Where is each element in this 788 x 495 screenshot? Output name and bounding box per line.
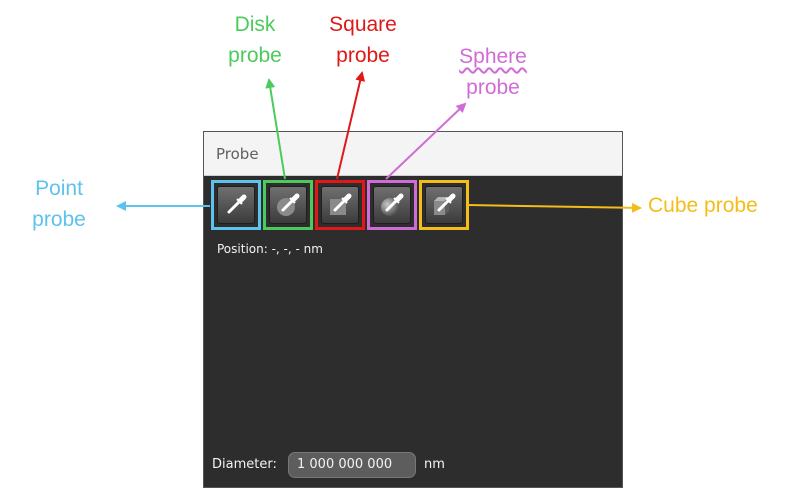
sphere-probe-arrow [385,102,467,180]
square-probe-arrow [336,71,366,180]
disk-probe-arrow [265,78,286,180]
callout-arrows [116,71,642,213]
cube-probe-arrow [467,202,642,213]
